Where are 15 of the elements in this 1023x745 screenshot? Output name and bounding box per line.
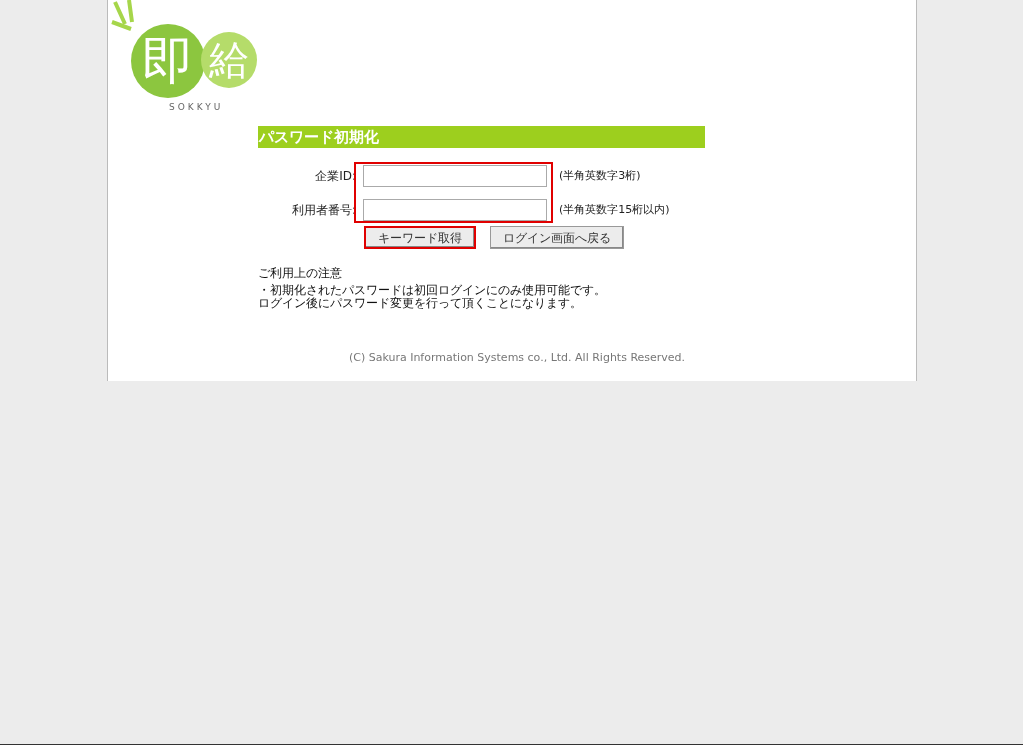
notes-text: ・初期化されたパスワードは初回ログインにのみ使用可能です。 (258, 284, 607, 297)
notes-text: ログイン後にパスワード変更を行って頂くことになります。 (258, 297, 582, 310)
input-field[interactable] (363, 165, 547, 187)
field-label: 利用者番号: (290, 202, 356, 219)
sparkle-icon (111, 0, 135, 32)
input-field[interactable] (363, 199, 547, 221)
keyword-button[interactable]: キーワード取得 (364, 226, 476, 249)
field-label: 企業ID: (314, 168, 356, 185)
logo-caption: SOKKYU (169, 101, 224, 114)
field-hint: (半角英数字15桁以内) (559, 201, 670, 218)
back-to-login-button[interactable]: ログイン画面へ戻る (490, 226, 624, 249)
page-title: パスワード初期化 (258, 126, 705, 148)
copyright-text: (C) Sakura Information Systems co., Ltd. All Rights Reserved. (347, 350, 687, 366)
field-hint: (半角英数字3桁) (559, 167, 641, 184)
notes-heading: ご利用上の注意 (258, 267, 343, 280)
